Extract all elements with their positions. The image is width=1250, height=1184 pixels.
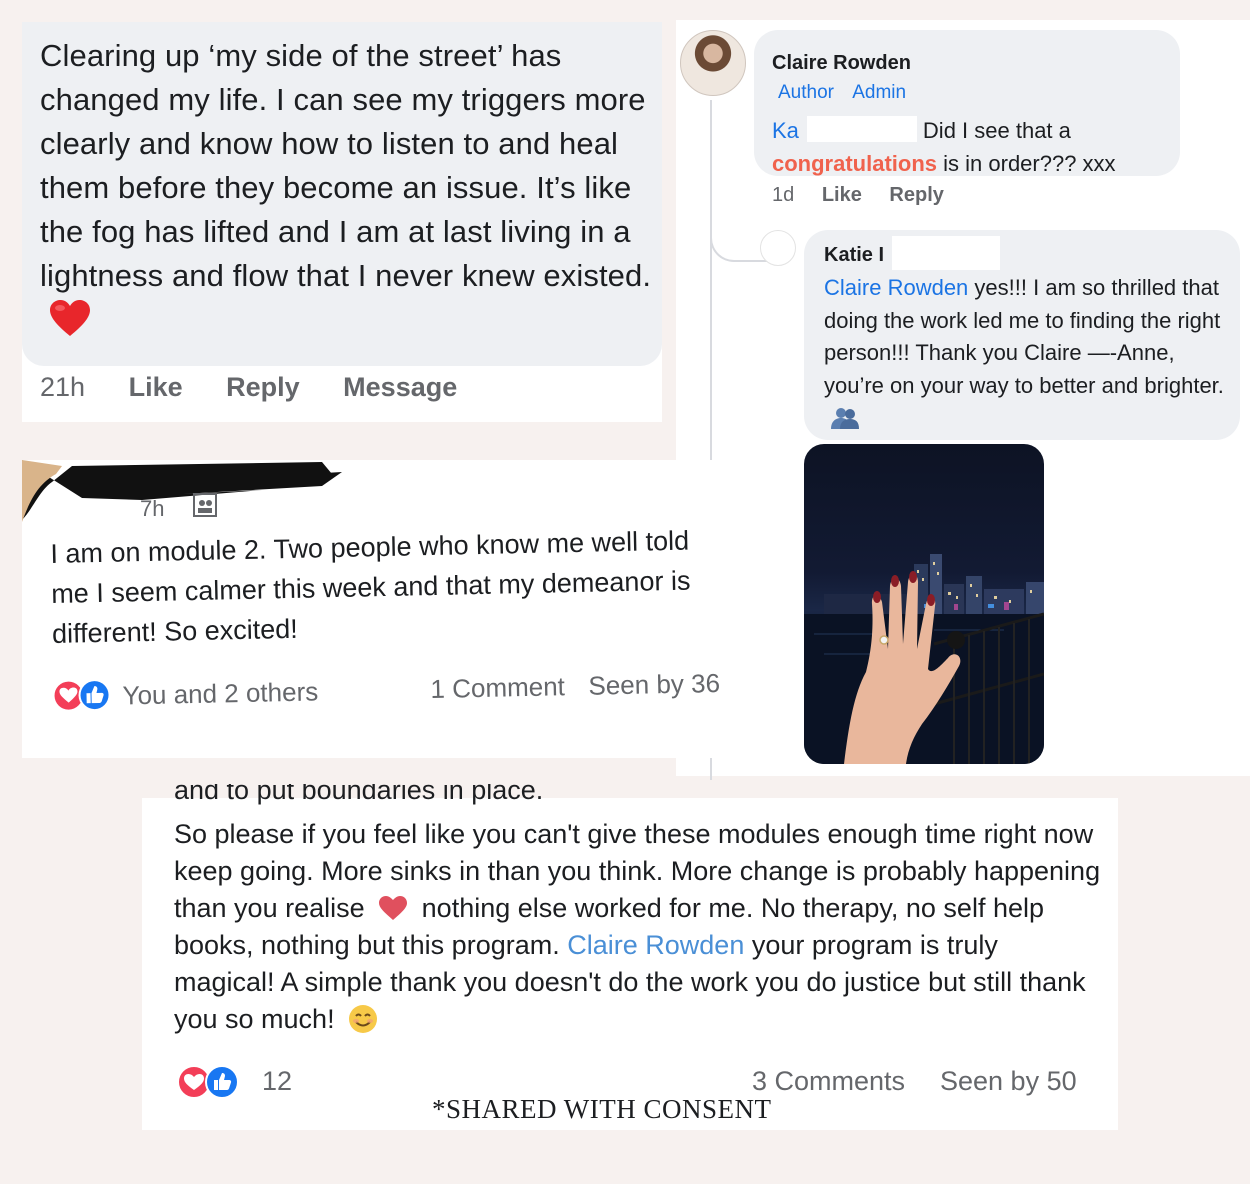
engagement-ring-photo[interactable]	[804, 444, 1044, 764]
cutoff-text: and to put boundaries in place.	[174, 784, 543, 808]
reaction-summary[interactable]: You and 2 others	[122, 676, 318, 711]
post-text: So please if you feel like you can't giv…	[174, 816, 1104, 1038]
heart-icon	[379, 896, 408, 920]
testimonial-comment-top-left: Clearing up ‘my side of the street’ has …	[22, 22, 662, 422]
comment-thread-top-right: Claire Rowden Author Admin Ka Did I see t…	[676, 20, 1250, 780]
comment-author-name[interactable]: Claire Rowden	[772, 52, 911, 75]
reactions-icon[interactable]	[174, 1064, 250, 1100]
reactions-icon[interactable]	[50, 677, 121, 714]
post-footer: You and 2 others 1 Comment Seen by 36	[50, 656, 731, 712]
like-button[interactable]: Like	[822, 184, 862, 206]
comment-text-wrapper: Clearing up ‘my side of the street’ has …	[40, 34, 660, 342]
smiling-face-icon	[349, 1005, 378, 1033]
reply-button[interactable]: Reply	[889, 184, 943, 206]
mention-link[interactable]: Claire Rowden	[824, 275, 968, 300]
mention-link[interactable]: Claire Rowden	[567, 930, 744, 960]
avatar[interactable]	[760, 230, 796, 266]
comment-text-part: Did I see that a	[922, 118, 1071, 143]
like-button[interactable]: Like	[129, 372, 183, 402]
mention-link[interactable]: Ka	[772, 118, 799, 143]
comments-count[interactable]: 3 Comments	[752, 1066, 905, 1097]
red-heart-icon	[50, 300, 90, 336]
thread-connector	[710, 220, 768, 262]
cutoff-line: and to put boundaries in place.	[174, 784, 544, 805]
message-button[interactable]: Message	[343, 372, 457, 402]
comment-text-part: is in order??? xxx	[943, 151, 1116, 176]
testimonial-post-bottom: and to put boundaries in place. So pleas…	[142, 784, 1118, 1130]
post-text: I am on module 2. Two people who know me…	[50, 525, 691, 649]
comment-bubble: Clearing up ‘my side of the street’ has …	[22, 22, 662, 366]
comment-text: Claire Rowden yes!!! I am so thrilled th…	[824, 272, 1234, 435]
comment-actions: 1d Like Reply	[772, 184, 966, 207]
redaction-scribble: 7h	[22, 460, 342, 522]
reaction-count[interactable]: 12	[262, 1066, 292, 1097]
admin-badge: Admin	[852, 82, 907, 103]
redaction-box	[892, 236, 1000, 270]
comment-timestamp: 1d	[772, 184, 795, 206]
comment-author-name[interactable]: Katie I	[824, 244, 884, 267]
comment-bubble-reply: Katie I Claire Rowden yes!!! I am so thr…	[804, 230, 1240, 440]
post-timestamp: 7h	[140, 496, 164, 521]
testimonial-post-middle-left: 7h I am on module 2. Two people who know…	[22, 460, 734, 758]
people-hugging-icon	[831, 408, 859, 429]
comment-bubble-author: Claire Rowden Author Admin Ka Did I see t…	[754, 30, 1180, 176]
comment-text: Clearing up ‘my side of the street’ has …	[40, 38, 652, 293]
comment-actions: 21h Like Reply Message	[40, 372, 493, 403]
comment-text: Ka Did I see that a congratulations is in…	[772, 114, 1172, 180]
photo-image	[804, 554, 1044, 764]
redaction-box	[806, 116, 917, 142]
comments-count[interactable]: 1 Comment	[430, 671, 565, 705]
seen-by-count[interactable]: Seen by 36	[588, 668, 720, 702]
avatar[interactable]	[680, 30, 746, 96]
author-badges: Author Admin	[778, 82, 920, 104]
consent-note: *SHARED WITH CONSENT	[432, 1094, 772, 1124]
author-badge: Author	[778, 82, 834, 103]
comment-timestamp: 21h	[40, 372, 86, 402]
seen-by-count[interactable]: Seen by 50	[940, 1066, 1077, 1097]
reply-button[interactable]: Reply	[226, 372, 300, 402]
congratulations-highlight: congratulations	[772, 151, 938, 176]
